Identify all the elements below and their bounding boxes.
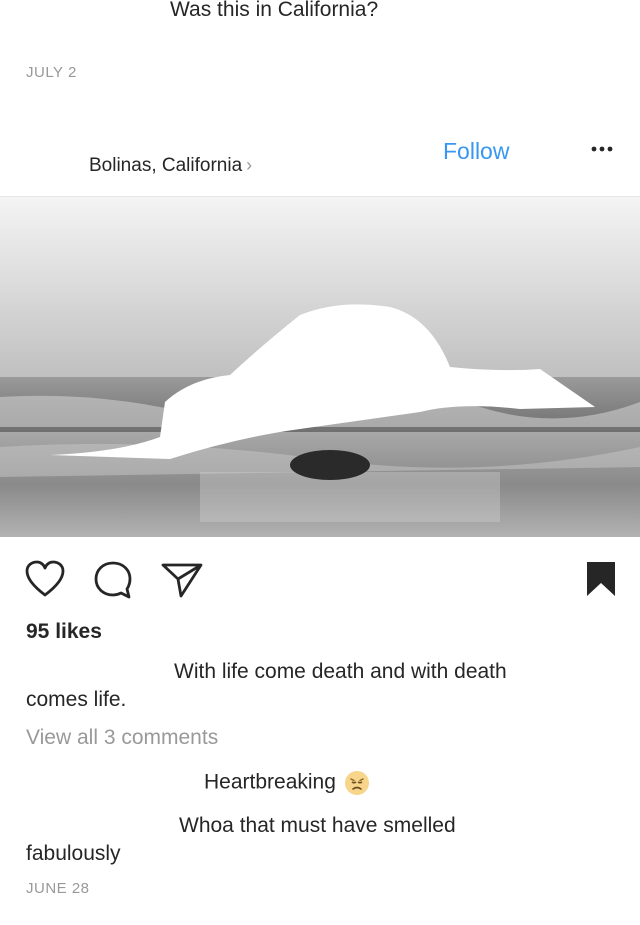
- chevron-right-icon: ›: [246, 155, 253, 175]
- comment-text: Heartbreaking: [204, 770, 336, 794]
- post-photo[interactable]: [0, 197, 640, 537]
- comment-line-2: fabulously: [26, 842, 121, 865]
- comment-item: Whoa that must have smelled fabulously: [26, 812, 606, 868]
- location-label[interactable]: Bolinas, California: [89, 155, 242, 176]
- view-all-comments-link[interactable]: View all 3 comments: [26, 726, 218, 750]
- post-location[interactable]: Bolinas, California ›: [89, 155, 252, 177]
- disappointed-face-emoji: [344, 770, 370, 796]
- heart-icon[interactable]: [24, 560, 66, 603]
- caption-line-2: comes life.: [26, 688, 127, 711]
- more-options-icon[interactable]: [590, 142, 616, 156]
- comment-bubble-icon[interactable]: [92, 560, 134, 605]
- bookmark-icon[interactable]: [585, 560, 617, 603]
- post-caption: With life come death and with death come…: [26, 658, 606, 714]
- action-bar: [0, 548, 640, 604]
- previous-post-date: JULY 2: [26, 64, 77, 81]
- follow-button[interactable]: Follow: [443, 138, 509, 165]
- comment-item: Heartbreaking: [204, 770, 370, 796]
- likes-count[interactable]: 95 likes: [26, 620, 102, 644]
- post-date: JUNE 28: [26, 880, 90, 897]
- paper-plane-icon[interactable]: [160, 561, 204, 604]
- caption-line-1: With life come death and with death: [174, 660, 507, 683]
- comment-line-1: Whoa that must have smelled: [179, 814, 456, 837]
- previous-comment-text: Was this in California?: [170, 0, 379, 21]
